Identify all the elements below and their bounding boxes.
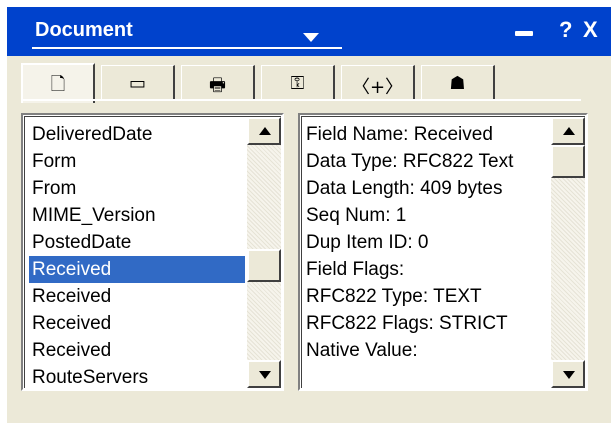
- rfc822-type-line: RFC822 Type: TEXT: [306, 286, 482, 307]
- field-flags-line: Field Flags:: [306, 259, 405, 280]
- scroll-thumb[interactable]: [247, 249, 281, 282]
- list-item[interactable]: Received: [29, 283, 245, 310]
- tab-html[interactable]: 〈+〉: [341, 65, 415, 99]
- arrow-up-icon: [563, 127, 575, 135]
- field-name-line: Field Name: Received: [306, 124, 493, 145]
- title-bar: Document ? X: [7, 7, 611, 56]
- list-item[interactable]: Received: [29, 310, 245, 337]
- ruler-icon: ▭: [128, 73, 146, 94]
- list-item-selected[interactable]: Received: [29, 256, 245, 283]
- help-icon[interactable]: ?: [559, 17, 572, 43]
- arrow-down-icon: [259, 371, 271, 379]
- scroll-down-button[interactable]: [551, 360, 585, 388]
- arrow-up-icon: [259, 127, 271, 135]
- list-item[interactable]: RouteServers: [29, 364, 245, 388]
- fields-listbox[interactable]: DeliveredDate Form From MIME_Version Pos…: [21, 113, 284, 391]
- tab-print[interactable]: 🖶: [181, 65, 255, 99]
- data-type-line: Data Type: RFC822 Text: [306, 151, 514, 172]
- native-value-line: Native Value:: [306, 340, 418, 361]
- fields-scrollbar[interactable]: [247, 117, 281, 388]
- scroll-up-button[interactable]: [247, 117, 281, 145]
- close-icon[interactable]: X: [583, 17, 598, 43]
- scroll-down-button[interactable]: [247, 360, 281, 388]
- scroll-thumb[interactable]: [551, 145, 585, 178]
- field-details-box[interactable]: Field Name: Received Data Type: RFC822 T…: [298, 113, 588, 391]
- scroll-up-button[interactable]: [551, 117, 585, 145]
- network-icon: ☗: [449, 73, 466, 94]
- data-length-line: Data Length: 409 bytes: [306, 178, 503, 199]
- list-item[interactable]: MIME_Version: [29, 202, 245, 229]
- list-item[interactable]: DeliveredDate: [29, 121, 245, 148]
- rfc822-flags-line: RFC822 Flags: STRICT: [306, 313, 508, 334]
- tab-divider: [21, 99, 581, 101]
- html-tag-icon: 〈+〉: [351, 77, 404, 98]
- tab-strip: 🗋 ▭ 🖶 ⚿ 〈+〉 ☗: [21, 63, 581, 103]
- tab-fields[interactable]: ▭: [101, 65, 175, 99]
- dialog-title[interactable]: Document: [35, 19, 133, 42]
- title-underline: [32, 47, 342, 49]
- tab-security[interactable]: ⚿: [261, 65, 335, 99]
- arrow-down-icon: [563, 371, 575, 379]
- list-item[interactable]: PostedDate: [29, 229, 245, 256]
- tab-network[interactable]: ☗: [421, 65, 495, 99]
- field-details: Field Name: Received Data Type: RFC822 T…: [306, 121, 513, 364]
- seq-num-line: Seq Num: 1: [306, 205, 407, 226]
- details-scrollbar[interactable]: [551, 117, 585, 388]
- list-item[interactable]: Form: [29, 148, 245, 175]
- fields-list: DeliveredDate Form From MIME_Version Pos…: [29, 121, 245, 388]
- dock-icon[interactable]: [515, 31, 533, 36]
- list-item[interactable]: Received: [29, 337, 245, 364]
- list-item[interactable]: From: [29, 175, 245, 202]
- key-icon: ⚿: [290, 73, 305, 94]
- dup-item-id-line: Dup Item ID: 0: [306, 232, 429, 253]
- dropdown-arrow-icon[interactable]: [303, 33, 319, 42]
- tab-info[interactable]: 🗋: [21, 63, 95, 103]
- page-info-icon: 🗋: [50, 74, 66, 95]
